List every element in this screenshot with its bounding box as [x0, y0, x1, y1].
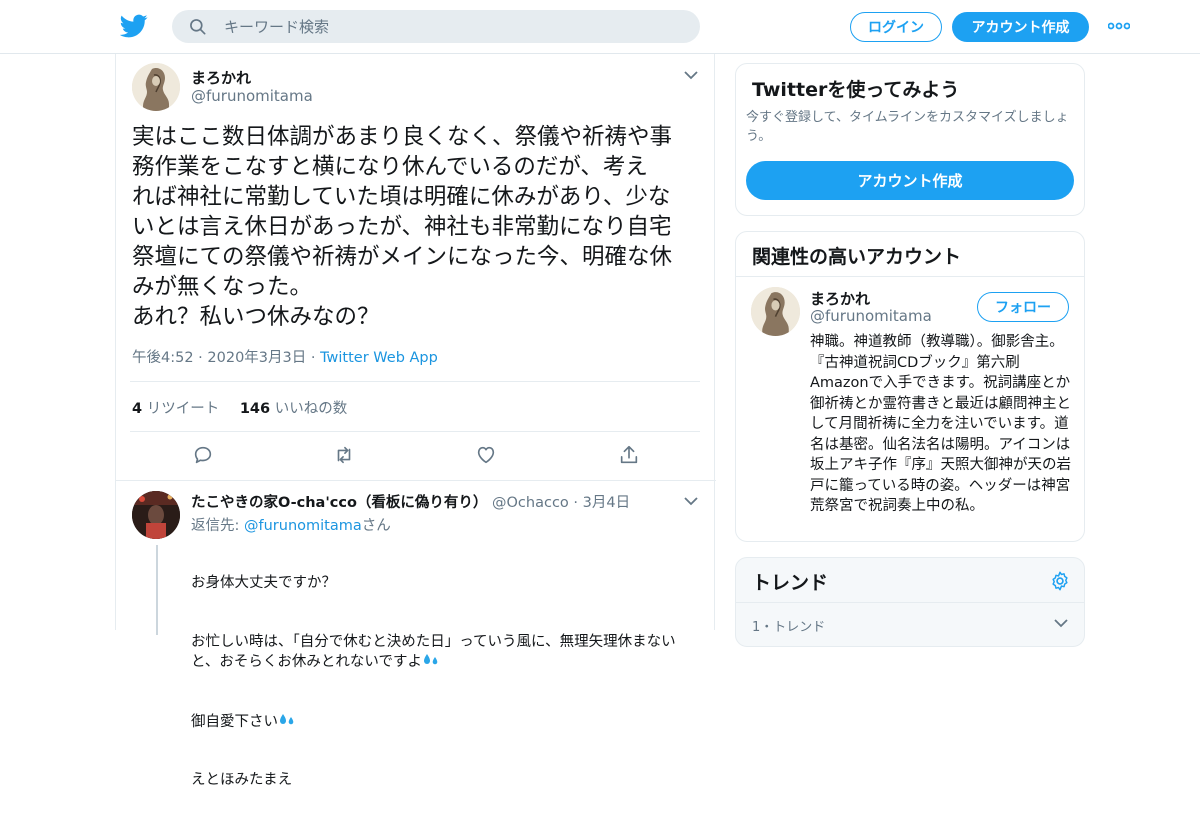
chevron-down-icon[interactable]: [684, 70, 698, 80]
search-input[interactable]: キーワード検索: [224, 16, 329, 37]
reply-line-2: お忙しい時は、「自分で休むと決めた日」っていう風に、無理矢理休まないと、おそらく…: [191, 633, 701, 673]
author-portrait-icon: [751, 287, 800, 336]
reply-author-handle[interactable]: @Ochacco: [492, 495, 569, 511]
reply-line: 御自愛下さい: [191, 713, 278, 730]
author-portrait-icon: [132, 63, 180, 111]
author-handle[interactable]: @furunomitama: [191, 87, 313, 105]
reply-to: 返信先: @furunomitamaさん: [191, 514, 391, 535]
tweet-stats: 4 リツイート 146 いいねの数: [132, 397, 347, 418]
divider: [130, 381, 700, 382]
reply-header: たこやきの家O-cha'cco（看板に偽り有り） @Ochacco · 3月4日: [191, 491, 630, 512]
reply-tweet[interactable]: たこやきの家O-cha'cco（看板に偽り有り） @Ochacco · 3月4日…: [116, 481, 716, 788]
search-bar[interactable]: キーワード検索: [172, 10, 700, 43]
reply-to-prefix: 返信先:: [191, 518, 244, 534]
search-icon: [190, 18, 206, 35]
divider: [736, 602, 1084, 603]
like-count: 146: [239, 401, 271, 417]
related-handle[interactable]: @furunomitama: [810, 307, 932, 325]
trend-item[interactable]: 1・トレンド: [752, 616, 825, 635]
reply-line-3: 御自愛下さい: [191, 712, 701, 733]
sweat-drops-icon: [423, 654, 438, 665]
tweet-column: まろかれ @furunomitama 実はここ数日体調があまり良くなく、祭儀や祈…: [115, 54, 716, 788]
related-avatar[interactable]: [751, 287, 800, 336]
retweet-label: リツイート: [146, 401, 220, 417]
chevron-down-icon[interactable]: [1054, 618, 1068, 628]
related-accounts-card: 関連性の高いアカウント まろかれ @furunomitama フォロー 神職。神…: [735, 231, 1085, 542]
author-name[interactable]: まろかれ: [191, 67, 251, 88]
trends-card: トレンド 1・トレンド: [735, 557, 1085, 647]
thread-line: [156, 545, 158, 635]
trends-title: トレンド: [752, 572, 829, 594]
retweet-stat[interactable]: 4 リツイート: [132, 401, 219, 417]
reply-line: えとほみたまえ: [191, 772, 293, 788]
related-bio: 神職。神道教師（教導職）。御影舎主。『古神道祝詞CDブック』第六刷Amazonで…: [810, 334, 1071, 514]
reply-time[interactable]: · 3月4日: [573, 495, 630, 511]
signup-card-subtitle: 今すぐ登録して、タイムラインをカスタマイズしましょう。: [746, 110, 1069, 144]
sweat-drops-icon: [280, 713, 294, 724]
retweet-count: 4: [132, 401, 143, 417]
like-stat[interactable]: 146 いいねの数: [240, 401, 347, 417]
reply-avatar[interactable]: [132, 491, 180, 539]
related-accounts-title: 関連性の高いアカウント: [752, 246, 962, 268]
share-icon[interactable]: [618, 444, 640, 466]
tweet-source-link[interactable]: Twitter Web App: [320, 350, 438, 366]
signup-card: Twitterを使ってみよう 今すぐ登録して、タイムラインをカスタマイズしましょ…: [735, 63, 1085, 216]
top-bar: キーワード検索 ログイン アカウント作成: [0, 0, 1200, 54]
reply-to-handle[interactable]: @furunomitama: [244, 518, 362, 534]
like-label: いいねの数: [274, 401, 348, 417]
more-dots-icon[interactable]: [1108, 22, 1130, 30]
gear-icon[interactable]: [1049, 570, 1071, 592]
reply-portrait-icon: [132, 491, 180, 539]
follow-button[interactable]: フォロー: [977, 292, 1069, 322]
login-button[interactable]: ログイン: [850, 12, 942, 42]
divider: [130, 431, 700, 432]
chevron-down-icon[interactable]: [684, 496, 698, 506]
tweet-text: 実はここ数日体調があまり良くなく、祭儀や祈祷や事 務作業をこなすと横になり休んで…: [132, 124, 673, 330]
reply-to-suffix: さん: [361, 518, 391, 534]
reply-icon[interactable]: [192, 444, 214, 466]
reply-text: お身体大丈夫ですか？ お忙しい時は、「自分で休むと決めた日」っていう風に、無理矢…: [191, 535, 701, 830]
like-icon[interactable]: [475, 444, 497, 466]
signup-button[interactable]: アカウント作成: [952, 12, 1089, 42]
related-name[interactable]: まろかれ: [810, 288, 870, 309]
divider: [736, 276, 1084, 277]
reply-author-name[interactable]: たこやきの家O-cha'cco（看板に偽り有り）: [191, 495, 487, 511]
tweet-timestamp[interactable]: 午後4:52 · 2020年3月3日 ·: [132, 350, 320, 366]
tweet-meta: 午後4:52 · 2020年3月3日 · Twitter Web App: [132, 346, 438, 367]
tweet-actions: [116, 444, 716, 468]
signup-card-title: Twitterを使ってみよう: [752, 79, 960, 101]
avatar[interactable]: [132, 63, 180, 111]
sidebar-signup-button[interactable]: アカウント作成: [746, 161, 1074, 200]
reply-line: お身体大丈夫ですか？: [191, 575, 336, 591]
retweet-icon[interactable]: [333, 444, 355, 466]
twitter-bird-icon[interactable]: [120, 12, 148, 40]
